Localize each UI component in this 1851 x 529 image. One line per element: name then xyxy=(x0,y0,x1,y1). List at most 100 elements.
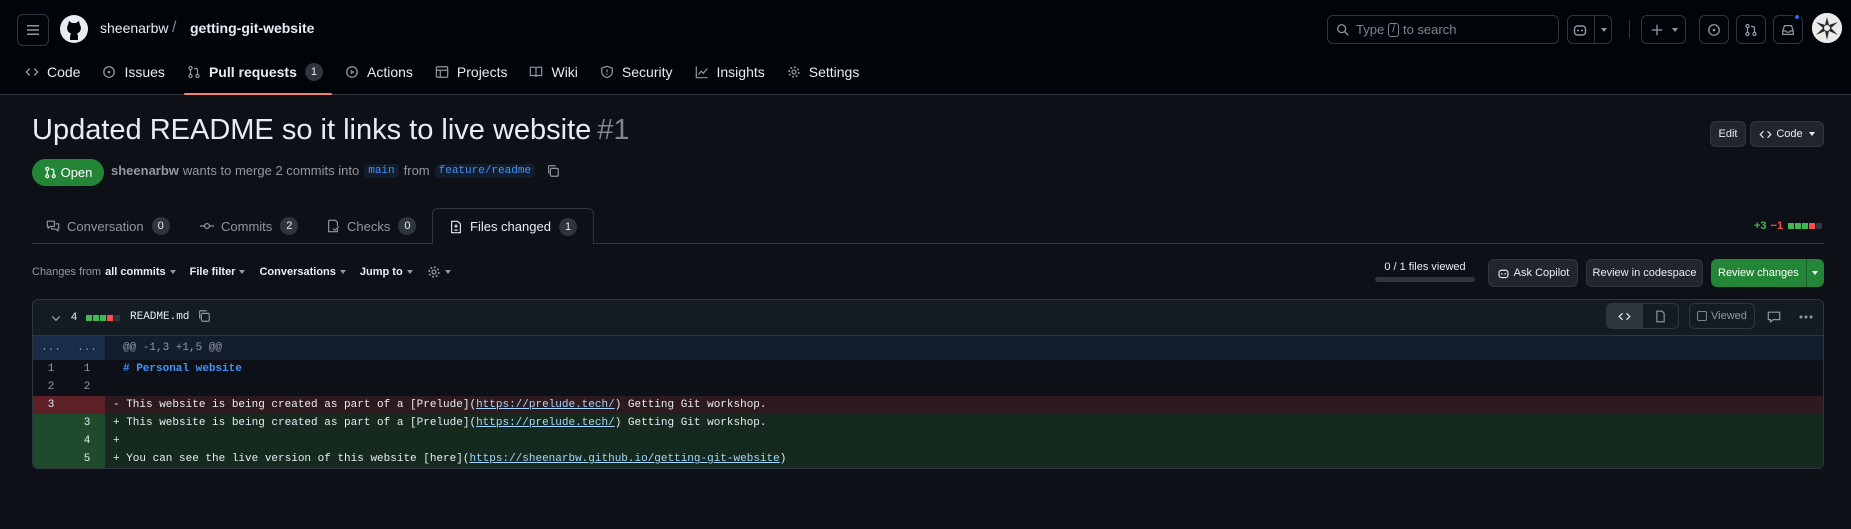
diff-prefix: - xyxy=(113,399,127,411)
gear-icon xyxy=(428,266,440,278)
base-branch[interactable]: main xyxy=(364,163,399,178)
nav-item-security[interactable]: Security xyxy=(591,58,682,86)
code-link: https://prelude.tech/ xyxy=(476,417,615,429)
issues-button[interactable] xyxy=(1699,15,1729,44)
global-topbar: sheenarbw / getting-git-website Type / t… xyxy=(0,0,1851,58)
tab-counter: 0 xyxy=(398,217,417,235)
ask-copilot-label: Ask Copilot xyxy=(1513,267,1570,279)
file-name-link[interactable]: README.md xyxy=(130,311,189,323)
copilot-icon xyxy=(1498,269,1509,278)
chevron-down-icon[interactable] xyxy=(50,312,62,324)
diff-addition-row: 5 + You can see the live version of this … xyxy=(33,450,1823,468)
code-line: + You can see the live version of this w… xyxy=(105,450,1823,468)
viewed-checkbox[interactable]: Viewed xyxy=(1689,303,1755,329)
line-number-left[interactable] xyxy=(33,414,69,432)
graph-icon xyxy=(695,66,708,79)
code-link: https://sheenarbw.github.io/getting-git-… xyxy=(469,453,780,465)
page-title: Updated README so it links to live websi… xyxy=(32,114,630,147)
nav-item-wiki[interactable]: Wiki xyxy=(520,58,586,86)
table-icon xyxy=(435,66,449,78)
tab-files-changed[interactable]: Files changed 1 xyxy=(432,208,595,245)
code-text: This website is being created as part of… xyxy=(126,399,477,411)
nav-item-insights[interactable]: Insights xyxy=(686,58,774,86)
diff-deletion-row: 3 - This website is being created as part… xyxy=(33,396,1823,414)
search-input[interactable]: Type / to search xyxy=(1327,15,1559,44)
pull-requests-button[interactable] xyxy=(1736,15,1766,44)
code-dropdown-button[interactable]: Code xyxy=(1750,121,1824,147)
copy-icon[interactable] xyxy=(546,164,560,178)
jump-to-dropdown[interactable]: Jump to xyxy=(360,266,413,278)
line-number-right[interactable]: 5 xyxy=(69,450,105,468)
repo-name-link[interactable]: getting-git-website xyxy=(190,20,314,36)
expand-left[interactable]: ... xyxy=(33,336,69,360)
create-new-button[interactable] xyxy=(1641,15,1686,44)
avatar[interactable] xyxy=(1812,13,1842,43)
tab-conversation[interactable]: Conversation 0 xyxy=(46,208,170,244)
diff-settings-dropdown[interactable] xyxy=(427,265,451,279)
rich-diff-button[interactable] xyxy=(1643,304,1679,328)
review-changes-button[interactable]: Review changes xyxy=(1711,259,1824,287)
tab-checks[interactable]: Checks 0 xyxy=(326,208,417,244)
head-branch[interactable]: feature/readme xyxy=(434,163,536,178)
review-in-codespace-button[interactable]: Review in codespace xyxy=(1586,259,1703,287)
file-filter-dropdown[interactable]: File filter xyxy=(190,266,246,278)
code-link: https://prelude.tech/ xyxy=(476,399,615,411)
pr-author-link[interactable]: sheenarbw xyxy=(111,163,179,178)
pr-tabs: Conversation 0 Commits 2 Checks 0 Files … xyxy=(32,208,1824,245)
tab-counter: 0 xyxy=(151,217,170,235)
tab-commits[interactable]: Commits 2 xyxy=(200,208,299,244)
files-viewed-label: 0 / 1 files viewed xyxy=(1384,261,1466,273)
diff-prefix: + xyxy=(113,453,127,465)
conversations-dropdown[interactable]: Conversations xyxy=(259,266,346,278)
copy-icon[interactable] xyxy=(197,309,211,323)
play-icon xyxy=(346,66,358,78)
line-number-left[interactable]: 1 xyxy=(33,360,69,378)
nav-item-label: Security xyxy=(621,64,673,80)
file-diff: 4 README.md Viewed ... ... @@ -1,3 +1,5 … xyxy=(32,299,1824,469)
menu-button[interactable] xyxy=(17,14,49,46)
kebab-horizontal-icon[interactable] xyxy=(1798,310,1814,324)
nav-item-settings[interactable]: Settings xyxy=(778,58,869,86)
nav-item-projects[interactable]: Projects xyxy=(426,58,517,86)
line-number-left[interactable] xyxy=(33,432,69,450)
pr-meta: sheenarbw wants to merge 2 commits into … xyxy=(111,163,560,178)
code-line: + xyxy=(105,432,1823,450)
nav-item-issues[interactable]: Issues xyxy=(93,58,173,86)
nav-item-code[interactable]: Code xyxy=(16,58,89,86)
file-diffstat xyxy=(85,315,120,321)
chevron-down-icon xyxy=(1812,271,1818,275)
expand-right[interactable]: ... xyxy=(69,336,105,360)
tab-label: Checks xyxy=(347,218,391,234)
viewed-label: Viewed xyxy=(1711,310,1747,322)
chevron-down-icon xyxy=(444,270,451,274)
ask-copilot-button[interactable]: Ask Copilot xyxy=(1488,259,1578,287)
line-number-right[interactable]: 3 xyxy=(69,414,105,432)
pr-title-text: Updated README so it links to live websi… xyxy=(32,114,592,146)
pr-number: #1 xyxy=(597,114,630,146)
changes-from-dropdown[interactable]: Changes from all commits xyxy=(32,266,176,278)
nav-item-actions[interactable]: Actions xyxy=(336,58,422,86)
comment-icon[interactable] xyxy=(1767,310,1781,324)
nav-item-label: Actions xyxy=(366,64,413,80)
line-number-right[interactable]: 2 xyxy=(69,378,105,396)
copilot-button[interactable] xyxy=(1567,15,1612,44)
nav-item-counter: 1 xyxy=(304,63,323,81)
issue-icon xyxy=(103,66,116,78)
line-number-left[interactable]: 3 xyxy=(33,396,69,414)
changes-from-label: Changes from xyxy=(32,266,102,278)
file-icon xyxy=(1656,310,1665,322)
nav-item-pull-requests[interactable]: Pull requests 1 xyxy=(178,58,333,95)
changes-from-value: all commits xyxy=(105,266,166,278)
diffstat-square xyxy=(100,315,106,321)
line-number-right[interactable] xyxy=(69,396,105,414)
line-number-right[interactable]: 4 xyxy=(69,432,105,450)
source-diff-button[interactable] xyxy=(1607,304,1643,328)
file-filter-label: File filter xyxy=(189,266,236,278)
line-number-left[interactable] xyxy=(33,450,69,468)
line-number-left[interactable]: 2 xyxy=(33,378,69,396)
line-number-right[interactable]: 1 xyxy=(69,360,105,378)
github-logo-icon[interactable] xyxy=(58,13,90,45)
repo-owner-link[interactable]: sheenarbw xyxy=(100,20,169,36)
edit-title-button[interactable]: Edit xyxy=(1710,121,1746,147)
diffstat-square xyxy=(1795,223,1802,229)
